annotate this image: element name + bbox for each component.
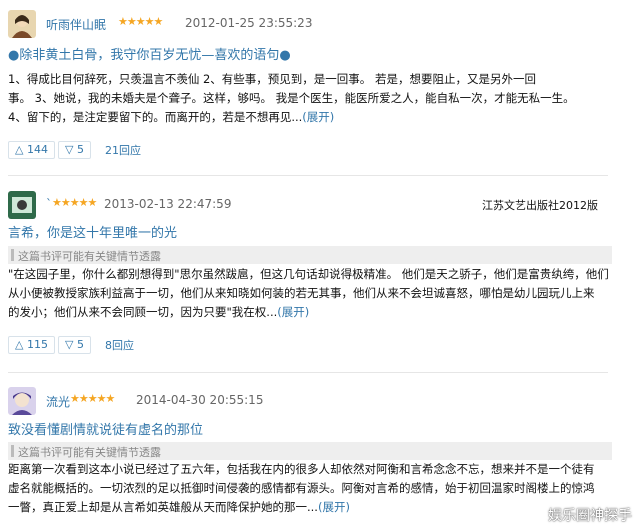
review-line: 的发小；他们从来不会同顾一切，因为只要"我在权...(展开) <box>8 305 310 319</box>
edition-source: 江苏文艺出版社2012版 <box>482 199 598 212</box>
review-title[interactable]: 言希，你是这十年里唯一的光 <box>8 222 177 241</box>
review-body: 距离第一次看到这本小说已经过了五六年，包括我在内的很多人却依然对阿衡和言希念念不… <box>8 460 608 517</box>
review-title[interactable]: 致没看懂剧情就说徒有虚名的那位 <box>8 419 203 438</box>
thumb-down-icon: ▽ <box>65 338 74 351</box>
review-line: 从小便被教授家族利益高于一切，他们从来知晓如何装的若无其事，他们从来不会坦诚喜怒… <box>8 286 595 300</box>
expand-link[interactable]: (展开) <box>277 305 309 319</box>
divider <box>8 175 608 176</box>
useless-button[interactable]: ▽ 5 <box>58 141 91 159</box>
rating-stars: ★★★★★ <box>118 15 163 28</box>
rating-stars: ★★★★★ <box>70 392 115 405</box>
review-line: 一瞥，真正爱上却是从言希如英雄般从天而降保护她的那一...(展开) <box>8 500 350 514</box>
review-line: 1、得成比目何辞死，只羡温言不羡仙 2、有些事，预见到，是一回事。 若是，想要阻… <box>8 72 536 86</box>
review-line: 事。 3、她说，我的未婚夫是个聋子。这样，够吗。 我是个医生，能医所爱之人，能自… <box>8 91 575 105</box>
author-name[interactable]: 听雨伴山眠 <box>46 16 106 33</box>
avatar[interactable] <box>8 191 36 219</box>
review-meta: ` ★★★★★ 2013-02-13 22:47:59 江苏文艺出版社2012版 <box>8 191 632 221</box>
author-name[interactable]: 流光 <box>46 393 70 410</box>
useful-button[interactable]: △ 144 <box>8 141 55 159</box>
expand-link[interactable]: (展开) <box>302 110 334 124</box>
review-line: "在这园子里，你什么都别想得到"思尔虽然跋扈，但这几句话却说得极精准。 他们是天… <box>8 267 608 281</box>
avatar[interactable] <box>8 10 36 38</box>
spoiler-bar <box>11 249 14 261</box>
rating-stars: ★★★★★ <box>52 196 97 209</box>
review-time: 2012-01-25 23:55:23 <box>185 16 313 30</box>
review-body: 1、得成比目何辞死，只羡温言不羡仙 2、有些事，预见到，是一回事。 若是，想要阻… <box>8 70 608 127</box>
spoiler-text: 这篇书评可能有关键情节透露 <box>18 446 161 459</box>
spoiler-text: 这篇书评可能有关键情节透露 <box>18 250 161 263</box>
spoiler-notice: 这篇书评可能有关键情节透露 <box>8 442 612 460</box>
review-title[interactable]: ●除非黄土白骨，我守你百岁无忧—喜欢的语句● <box>8 44 291 63</box>
review-body: "在这园子里，你什么都别想得到"思尔虽然跋扈，但这几句话却说得极精准。 他们是天… <box>8 265 608 322</box>
reply-link[interactable]: 8回应 <box>105 337 134 353</box>
useless-button[interactable]: ▽ 5 <box>58 336 91 354</box>
expand-link[interactable]: (展开) <box>318 500 350 514</box>
thumb-up-icon: △ <box>15 143 24 156</box>
review-line: 距离第一次看到这本小说已经过了五六年，包括我在内的很多人却依然对阿衡和言希念念不… <box>8 462 595 476</box>
review-meta: 听雨伴山眠 ★★★★★ 2012-01-25 23:55:23 <box>8 10 632 40</box>
review-time: 2013-02-13 22:47:59 <box>104 197 232 211</box>
review-time: 2014-04-30 20:55:15 <box>136 393 264 407</box>
watermark: 娱乐圈神探手 <box>548 508 632 524</box>
reply-link[interactable]: 21回应 <box>105 142 141 158</box>
divider <box>8 372 608 373</box>
review-line: 4、留下的，是注定要留下的。而离开的，若是不想再见...(展开) <box>8 110 335 124</box>
thumb-down-icon: ▽ <box>65 143 74 156</box>
avatar[interactable] <box>8 387 36 415</box>
useful-button[interactable]: △ 115 <box>8 336 55 354</box>
review-line: 虚名就能概括的。一切浓烈的足以抵御时间侵袭的感情都有源头。阿衡对言希的感情，始于… <box>8 481 595 495</box>
spoiler-notice: 这篇书评可能有关键情节透露 <box>8 246 612 264</box>
review-meta: 流光 ★★★★★ 2014-04-30 20:55:15 <box>8 387 632 417</box>
thumb-up-icon: △ <box>15 338 24 351</box>
spoiler-bar <box>11 445 14 457</box>
